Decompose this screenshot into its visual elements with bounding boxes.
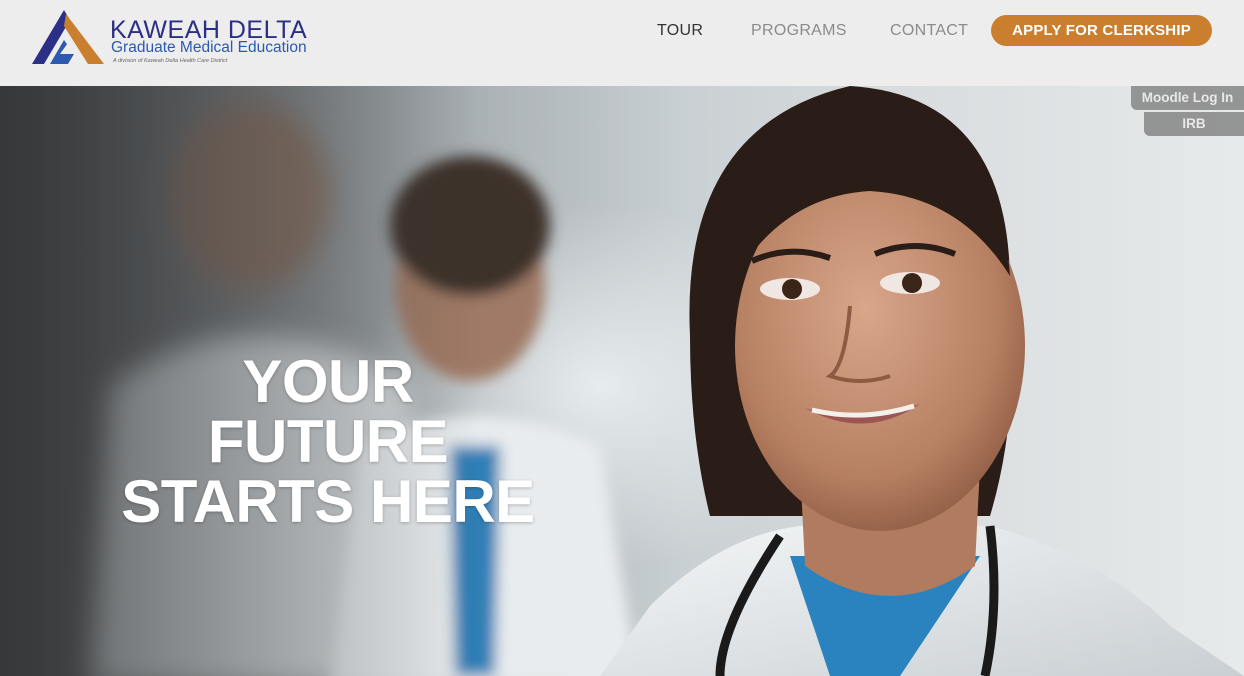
irb-link[interactable]: IRB bbox=[1144, 112, 1244, 136]
logo-subtitle: Graduate Medical Education bbox=[111, 39, 307, 56]
logo-tagline: A division of Kaweah Delta Health Care D… bbox=[113, 58, 228, 64]
site-logo[interactable]: KAWEAH DELTA Graduate Medical Education … bbox=[30, 10, 360, 70]
nav-programs[interactable]: PROGRAMS bbox=[751, 20, 847, 42]
nav-tour[interactable]: TOUR bbox=[657, 20, 703, 42]
page: KAWEAH DELTA Graduate Medical Education … bbox=[0, 0, 1244, 676]
hero-heading: YOUR FUTURE STARTS HERE bbox=[118, 352, 538, 532]
apply-for-clerkship-button[interactable]: APPLY FOR CLERKSHIP bbox=[991, 15, 1212, 46]
hero-heading-line-2: STARTS HERE bbox=[121, 468, 535, 535]
moodle-login-link[interactable]: Moodle Log In bbox=[1131, 86, 1244, 110]
hero-banner: YOUR FUTURE STARTS HERE Moodle Log In IR… bbox=[0, 86, 1244, 676]
site-header: KAWEAH DELTA Graduate Medical Education … bbox=[0, 0, 1244, 86]
hero-heading-line-1: YOUR FUTURE bbox=[207, 348, 449, 475]
logo-mark-icon bbox=[32, 10, 104, 64]
nav-contact[interactable]: CONTACT bbox=[890, 20, 968, 42]
